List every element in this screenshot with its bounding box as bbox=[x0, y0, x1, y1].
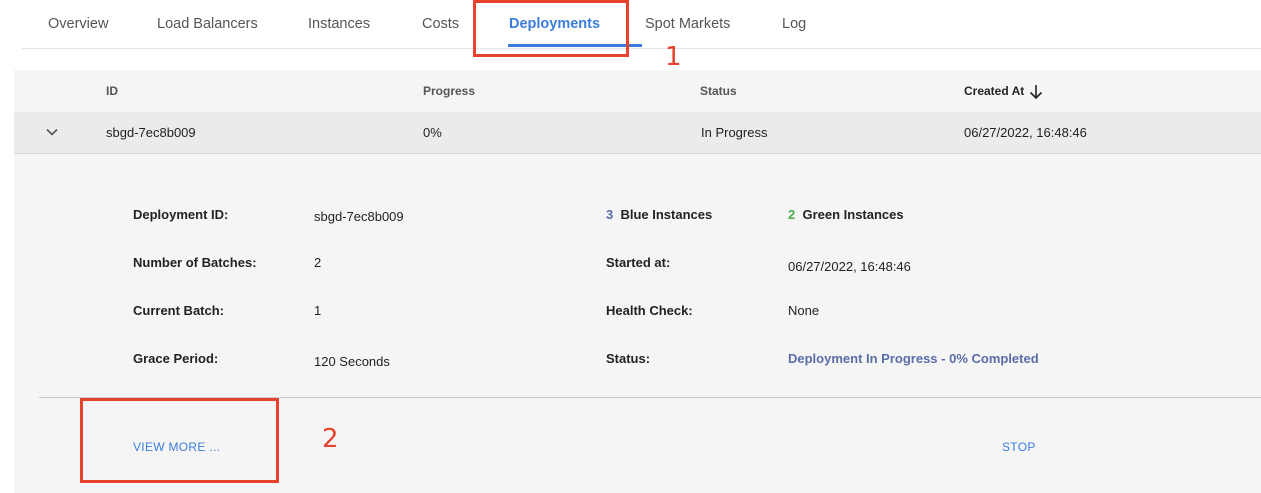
arrow-down-icon[interactable] bbox=[1027, 83, 1045, 101]
column-header-progress[interactable]: Progress bbox=[423, 70, 475, 112]
status-label: Status: bbox=[606, 351, 651, 366]
table-header: ID Progress Status Created At bbox=[14, 70, 1261, 113]
current-batch-label: Current Batch: bbox=[133, 303, 225, 318]
deployment-id-value: sbgd-7ec8b009 bbox=[314, 209, 404, 224]
tab-bar: Overview Load Balancers Instances Costs … bbox=[22, 0, 1261, 49]
green-instances: 2 Green Instances bbox=[788, 207, 904, 222]
tab-instances[interactable]: Instances bbox=[308, 0, 370, 48]
row-status: In Progress bbox=[701, 125, 768, 140]
blue-instances-label: Blue Instances bbox=[620, 207, 713, 222]
row-progress: 0% bbox=[423, 125, 442, 140]
annotation-number-1: 1 bbox=[665, 42, 682, 72]
grace-period-label: Grace Period: bbox=[133, 351, 219, 366]
row-id: sbgd-7ec8b009 bbox=[106, 125, 196, 140]
chevron-down-icon[interactable] bbox=[45, 125, 59, 139]
blue-instances-count: 3 bbox=[606, 207, 614, 222]
started-at-label: Started at: bbox=[606, 255, 671, 270]
row-created-at: 06/27/2022, 16:48:46 bbox=[964, 125, 1087, 140]
current-batch-value: 1 bbox=[314, 303, 322, 318]
health-check-label: Health Check: bbox=[606, 303, 693, 318]
tab-overview[interactable]: Overview bbox=[48, 0, 108, 48]
table-row[interactable]: sbgd-7ec8b009 0% In Progress 06/27/2022,… bbox=[14, 112, 1261, 154]
tab-spot-markets[interactable]: Spot Markets bbox=[645, 0, 730, 48]
annotation-number-2: 2 bbox=[322, 424, 339, 454]
annotation-box-view-more bbox=[80, 398, 279, 483]
batches-label: Number of Batches: bbox=[133, 255, 257, 270]
status-value: Deployment In Progress - 0% Completed bbox=[788, 351, 1039, 366]
grace-period-value: 120 Seconds bbox=[314, 354, 390, 369]
green-instances-label: Green Instances bbox=[802, 207, 904, 222]
column-header-created-at[interactable]: Created At bbox=[964, 70, 1045, 112]
health-check-value: None bbox=[788, 303, 820, 318]
annotation-box-deployments bbox=[473, 0, 629, 57]
tab-log[interactable]: Log bbox=[782, 0, 806, 48]
started-at-value: 06/27/2022, 16:48:46 bbox=[788, 259, 911, 274]
tab-load-balancers[interactable]: Load Balancers bbox=[157, 0, 258, 48]
column-header-status[interactable]: Status bbox=[700, 70, 737, 112]
column-header-created-at-label: Created At bbox=[964, 84, 1025, 98]
stop-button[interactable]: STOP bbox=[1002, 440, 1036, 454]
batches-value: 2 bbox=[314, 255, 322, 270]
green-instances-count: 2 bbox=[788, 207, 796, 222]
deployment-id-label: Deployment ID: bbox=[133, 207, 229, 222]
blue-instances: 3 Blue Instances bbox=[606, 207, 712, 222]
column-header-id[interactable]: ID bbox=[106, 70, 118, 112]
tab-costs[interactable]: Costs bbox=[422, 0, 459, 48]
